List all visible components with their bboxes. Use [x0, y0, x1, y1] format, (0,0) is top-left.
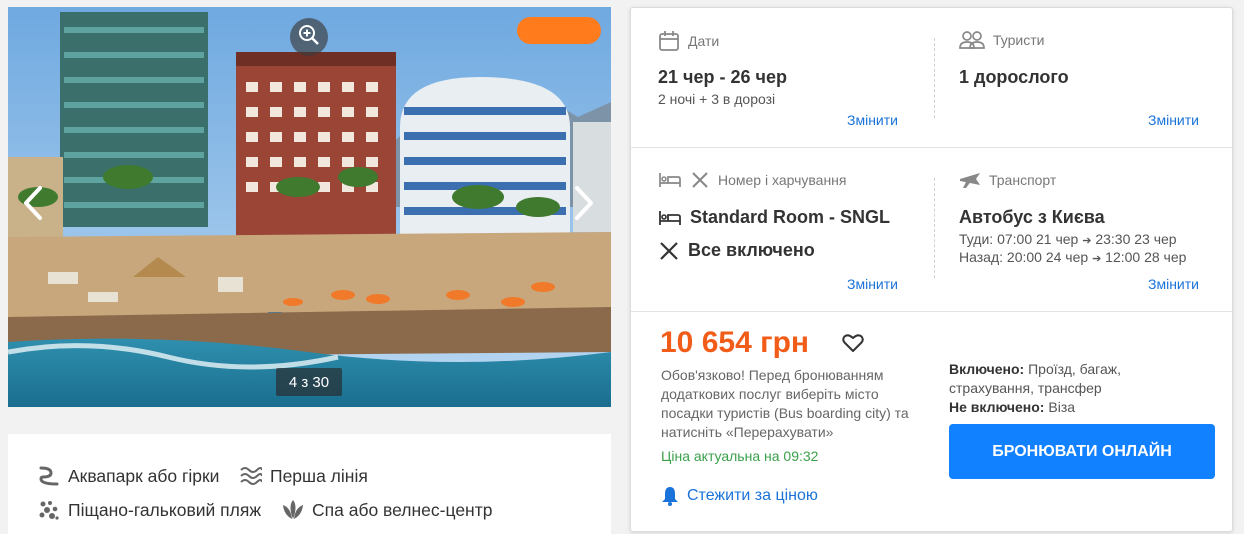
divider	[631, 311, 1232, 312]
cutlery-icon	[690, 170, 710, 190]
users-icon	[959, 30, 985, 50]
watch-price-link[interactable]: Стежити за ціною	[661, 486, 818, 506]
room-heading: Номер і харчування	[658, 170, 847, 190]
dates-range: 21 чер - 26 чер	[658, 67, 787, 87]
price-actual-time: Ціна актуальна на 09:32	[661, 448, 819, 464]
feature-item: Аквапарк або гірки	[36, 464, 219, 488]
tour-price: 10 654 грн	[660, 326, 810, 359]
plane-icon	[959, 170, 981, 190]
room-type: Standard Room - SNGL	[658, 207, 890, 228]
tour-page: 4 з 30 Аквапарк або гірки Перша лінія Пі…	[0, 0, 1244, 534]
feature-label: Піщано-гальковий пляж	[68, 499, 262, 520]
gallery-prev-button[interactable]	[18, 185, 48, 225]
tourists-value: 1 дорослого	[959, 67, 1069, 87]
photo-gallery[interactable]: 4 з 30	[8, 7, 611, 407]
bell-icon	[661, 486, 679, 506]
change-dates-link[interactable]: Змінити	[847, 112, 898, 128]
transport-value: Автобус з Києва	[959, 207, 1105, 227]
included-info: Включено: Проїзд, багаж, страхування, тр…	[949, 361, 1122, 415]
pebbles-icon	[36, 498, 62, 522]
hotel-photo	[8, 7, 611, 407]
dates-nights: 2 ночі + 3 в дорозі	[658, 91, 776, 107]
cutlery-icon	[658, 240, 680, 262]
calendar-icon	[658, 30, 680, 52]
feature-item: Спа або велнес-центр	[280, 498, 492, 522]
bed-icon	[658, 209, 682, 227]
waves-icon	[238, 464, 264, 488]
booking-panel: Дати 21 чер - 26 чер 2 ночі + 3 в дорозі…	[630, 7, 1233, 532]
heart-icon[interactable]	[842, 333, 866, 355]
booking-notice: Обов'язково! Перед бронюванням додаткови…	[661, 367, 909, 440]
feature-label: Аквапарк або гірки	[68, 465, 220, 486]
divider	[631, 147, 1232, 148]
waterslide-icon	[36, 464, 62, 488]
zoom-button[interactable]	[290, 18, 328, 56]
change-tourists-link[interactable]: Змінити	[1148, 112, 1199, 128]
dates-heading: Дати	[658, 30, 719, 52]
chevron-left-icon	[22, 185, 44, 226]
hotel-features: Аквапарк або гірки Перша лінія Піщано-га…	[8, 434, 611, 534]
bed-icon	[658, 171, 682, 189]
transport-back: Назад: 20:00 24 чер ➔ 12:00 28 чер	[959, 249, 1187, 265]
tourists-heading: Туристи	[959, 30, 1044, 50]
feature-label: Спа або велнес-центр	[312, 499, 493, 520]
transport-there: Туди: 07:00 21 чер ➔ 23:30 23 чер	[959, 231, 1177, 247]
book-online-button[interactable]: БРОНЮВАТИ ОНЛАЙН	[949, 424, 1215, 479]
feature-label: Перша лінія	[270, 465, 368, 486]
zoom-in-icon	[298, 24, 320, 51]
lotus-icon	[280, 498, 306, 522]
feature-item: Піщано-гальковий пляж	[36, 498, 261, 522]
arrow-right-icon: ➔	[1092, 253, 1102, 265]
gallery-next-button[interactable]	[569, 185, 599, 225]
chevron-right-icon	[573, 185, 595, 226]
change-room-link[interactable]: Змінити	[847, 276, 898, 292]
divider	[934, 38, 935, 118]
divider	[934, 178, 935, 278]
watermark-logo	[517, 17, 601, 44]
meal-plan: Все включено	[658, 240, 815, 262]
gallery-counter: 4 з 30	[276, 368, 342, 396]
arrow-right-icon: ➔	[1082, 235, 1092, 247]
feature-item: Перша лінія	[238, 464, 368, 488]
change-transport-link[interactable]: Змінити	[1148, 276, 1199, 292]
transport-heading: Транспорт	[959, 170, 1056, 190]
